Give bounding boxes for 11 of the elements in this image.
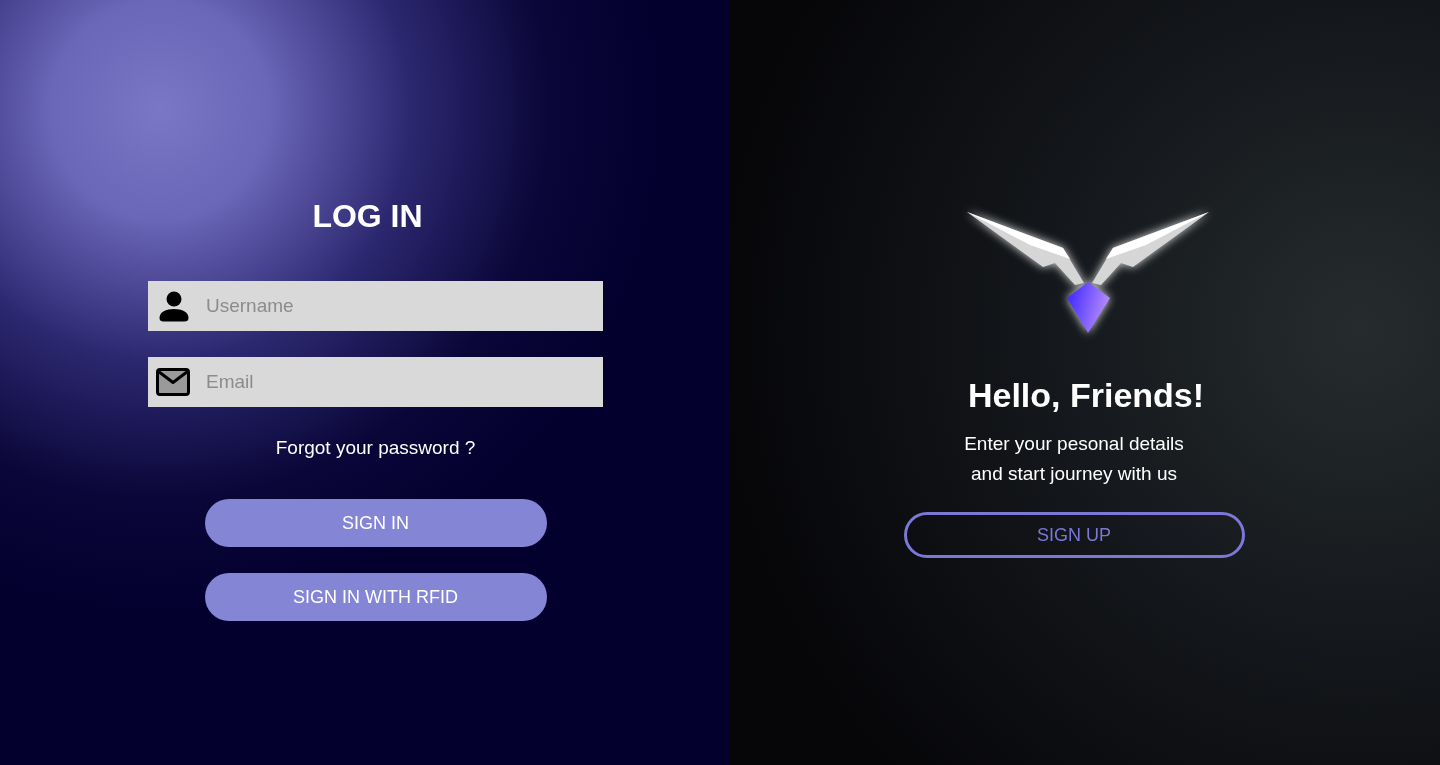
- sign-in-button[interactable]: SIGN IN: [204, 499, 547, 547]
- username-field[interactable]: Username: [206, 281, 603, 331]
- rfid-sign-in-button[interactable]: SIGN IN WITH RFID: [204, 573, 547, 621]
- welcome-heading: Hello, Friends!: [967, 375, 1205, 415]
- email-field[interactable]: Email: [206, 357, 603, 407]
- person-icon: [148, 281, 206, 331]
- welcome-text: Enter your pesonal details and start journey with us: [964, 432, 1184, 486]
- forgot-password-link[interactable]: Forgot your password ?: [275, 434, 476, 462]
- sign-up-button[interactable]: SIGN UP: [903, 512, 1245, 558]
- envelope-icon: [148, 357, 206, 407]
- login-title: LOG IN: [312, 198, 423, 235]
